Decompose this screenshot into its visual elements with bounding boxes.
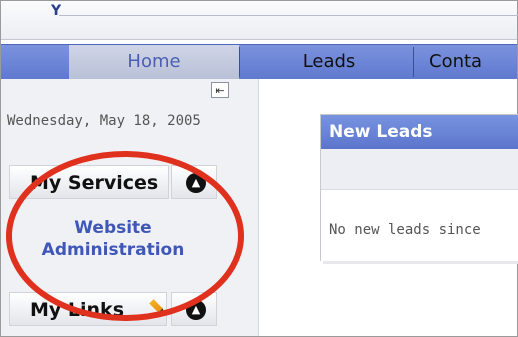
new-leads-panel: New Leads No new leads since: [320, 114, 518, 261]
logo: Y: [51, 3, 62, 19]
header-divider: [59, 15, 518, 16]
website-administration-link[interactable]: Website Administration: [23, 217, 203, 261]
my-services-toggle-button[interactable]: ▲: [171, 165, 217, 199]
tab-home[interactable]: Home: [69, 45, 239, 79]
top-bar: Y: [1, 1, 518, 40]
tab-leads[interactable]: Leads: [249, 45, 409, 79]
my-services-header: My Services: [9, 165, 169, 199]
my-links-toggle-button[interactable]: ▲: [171, 292, 217, 326]
my-links-header: My Links: [9, 292, 167, 326]
collapse-up-icon: ▲: [186, 173, 206, 193]
tab-contacts[interactable]: Conta: [419, 45, 518, 79]
new-leads-title: New Leads: [321, 115, 518, 149]
main-content: New Leads No new leads since: [259, 79, 518, 336]
sidebar: ⇤ Wednesday, May 18, 2005 My Services ▲ …: [1, 79, 259, 336]
tab-divider: [239, 47, 240, 77]
current-date: Wednesday, May 18, 2005: [7, 113, 201, 129]
my-links-title: My Links: [30, 299, 124, 321]
new-leads-message: No new leads since: [329, 222, 481, 238]
collapse-up-icon: ▲: [186, 300, 206, 320]
new-leads-subheader: [321, 149, 518, 190]
tab-divider: [413, 47, 414, 77]
main-navigation: Home Leads Conta: [1, 44, 517, 80]
my-services-title: My Services: [30, 172, 159, 194]
collapse-left-icon[interactable]: ⇤: [211, 82, 229, 98]
